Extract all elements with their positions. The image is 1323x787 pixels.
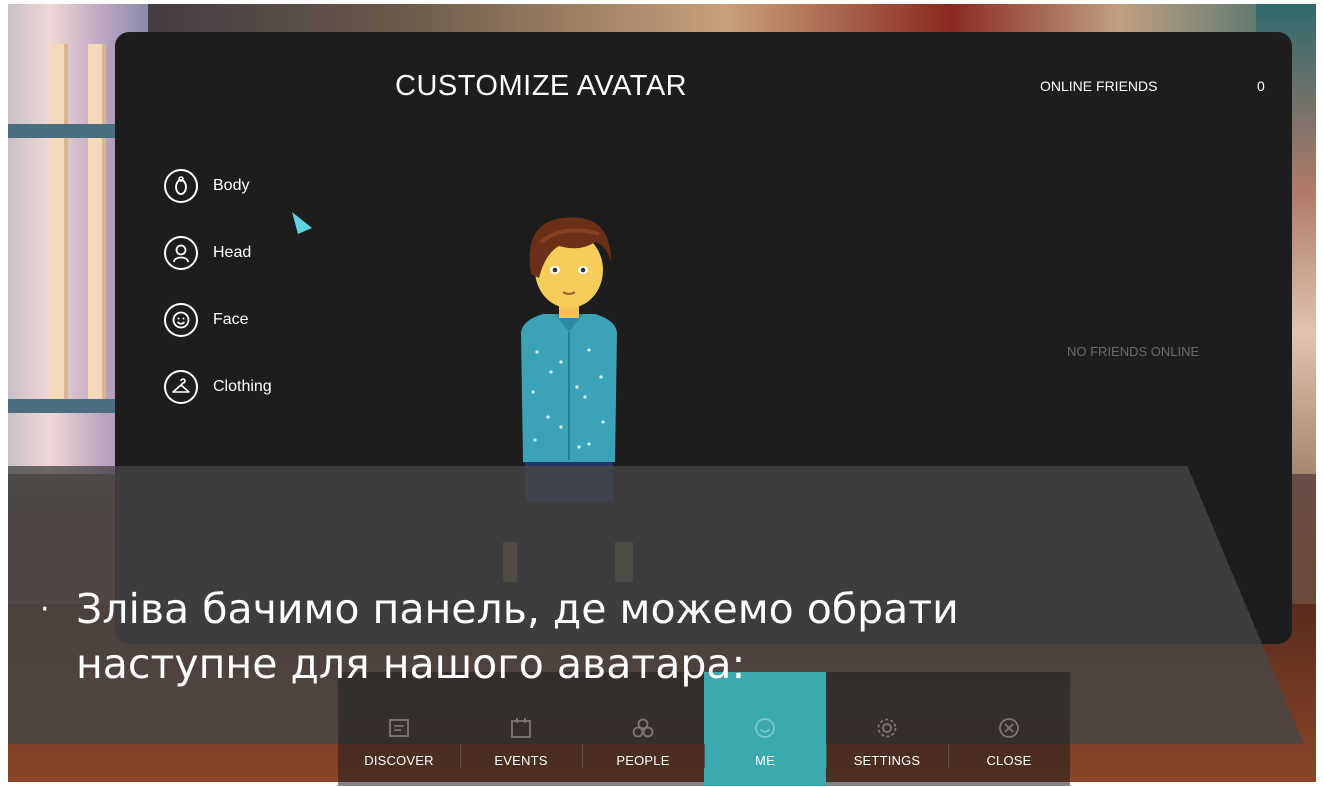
bullet-line-1: Зліва бачимо панель, де можемо обрати [76, 585, 959, 633]
nav-label: CLOSE [986, 753, 1032, 768]
room-ceiling [8, 4, 1316, 34]
smiley-icon [755, 718, 775, 738]
close-icon [999, 718, 1019, 738]
bullet-line-2: наступне для нашого аватара: [76, 640, 746, 688]
people-icon [632, 718, 654, 738]
menu-label: Clothing [213, 378, 272, 395]
nav-label: EVENTS [494, 753, 548, 768]
pillar [50, 44, 68, 404]
hanger-icon [164, 370, 198, 404]
slide-bullet-text: · Зліва бачимо панель, де можемо обрати … [40, 582, 1090, 692]
head-icon [164, 236, 198, 270]
online-friends-count: 0 [1257, 78, 1265, 94]
menu-label: Head [213, 244, 252, 261]
body-icon [164, 169, 198, 203]
pointer-cursor-icon [292, 212, 312, 234]
menu-item-head[interactable]: Head [164, 233, 251, 273]
nav-label: SETTINGS [853, 753, 921, 768]
panel-title: CUSTOMIZE AVATAR [395, 70, 688, 102]
menu-label: Body [213, 177, 250, 194]
menu-item-face[interactable]: Face [164, 300, 249, 340]
bullet-marker: · [40, 592, 50, 627]
online-friends-label: ONLINE FRIENDS [1040, 78, 1158, 94]
pillar [88, 44, 106, 404]
discover-icon [389, 719, 409, 737]
menu-item-body[interactable]: Body [164, 166, 249, 206]
no-friends-message: NO FRIENDS ONLINE [1067, 344, 1200, 359]
nav-label: ME [755, 753, 775, 768]
menu-item-clothing[interactable]: Clothing [164, 367, 272, 407]
nav-label: PEOPLE [616, 753, 670, 768]
face-icon [164, 303, 198, 337]
calendar-icon [511, 718, 531, 738]
nav-label: DISCOVER [364, 753, 434, 768]
menu-label: Face [213, 311, 249, 328]
gear-icon [877, 718, 897, 738]
